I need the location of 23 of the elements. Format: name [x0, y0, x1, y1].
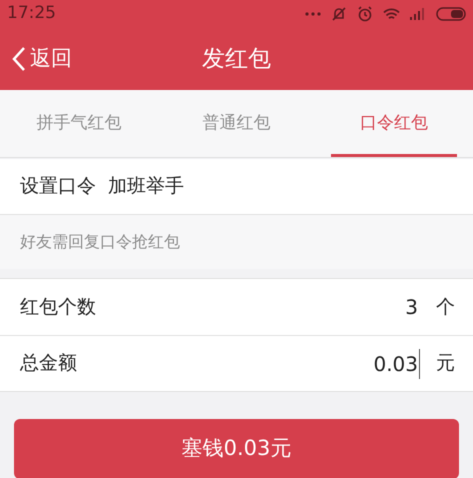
- tab[interactable]: 拼手气红包: [16, 90, 142, 157]
- input-field[interactable]: 0.03: [373, 348, 420, 378]
- hint-text: 好友需回复口令抢红包: [20, 231, 180, 253]
- field-label: 红包个数: [20, 294, 97, 320]
- password-label: 设置口令: [20, 174, 96, 200]
- more-icon: [305, 12, 321, 16]
- muted-bell-icon: [331, 6, 347, 22]
- back-icon: [12, 46, 26, 72]
- status-time: 17:25: [7, 2, 56, 26]
- alarm-icon: [357, 6, 373, 22]
- field-label: 总金额: [20, 351, 78, 376]
- wifi-icon: [383, 8, 400, 20]
- input-field[interactable]: 3: [405, 292, 420, 322]
- unit-label: 个: [436, 294, 455, 320]
- password-row[interactable]: 设置口令 加班举手: [0, 159, 473, 215]
- password-value: 加班举手: [108, 174, 184, 200]
- signal-icon: [410, 8, 426, 20]
- unit-label: 元: [436, 351, 455, 376]
- page-title: 发红包: [202, 44, 271, 74]
- submit-button[interactable]: 塞钱0.03元: [14, 419, 459, 478]
- back-button[interactable]: 返回: [0, 43, 72, 75]
- battery-icon: [436, 7, 466, 21]
- tab[interactable]: 普通红包: [174, 90, 300, 157]
